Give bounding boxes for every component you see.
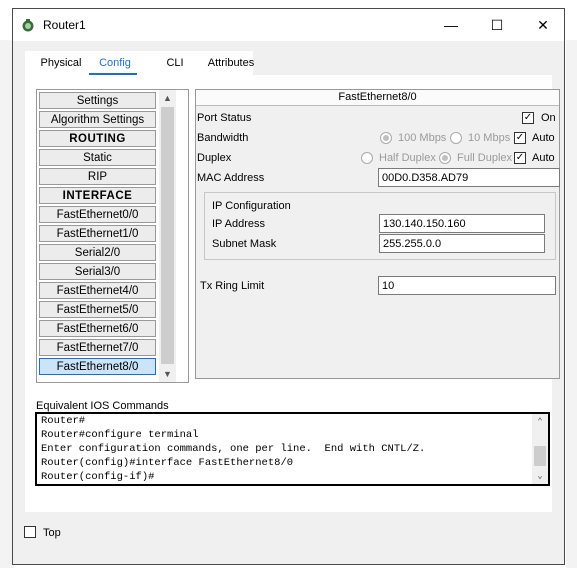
background-workspace-right: [566, 40, 577, 568]
console-line: Enter configuration commands, one per li…: [41, 443, 426, 455]
sidebar-item-settings[interactable]: Settings: [39, 92, 156, 109]
sidebar-item-fastethernet4-0[interactable]: FastEthernet4/0: [39, 282, 156, 299]
bandwidth-10-radio[interactable]: [450, 132, 462, 144]
minimize-icon: —: [444, 17, 458, 33]
console-line: Router#: [41, 415, 86, 427]
sidebar-item-serial2-0[interactable]: Serial2/0: [39, 244, 156, 261]
bandwidth-100-label: 100 Mbps: [398, 132, 447, 144]
title-bar[interactable]: Router1 — ☐ ✕: [13, 9, 564, 41]
maximize-button[interactable]: ☐: [474, 9, 520, 41]
sidebar-item-fastethernet5-0[interactable]: FastEthernet5/0: [39, 301, 156, 318]
console-line: Router(config)#interface FastEthernet8/0: [41, 457, 294, 469]
sidebar-item-fastethernet8-0[interactable]: FastEthernet8/0: [39, 358, 156, 375]
ip-address-field[interactable]: 130.140.150.160: [379, 214, 545, 233]
sidebar-scrollbar[interactable]: ▲ ▼: [159, 90, 176, 382]
router-config-window: Router1 — ☐ ✕ Physical Config CLI Attrib…: [12, 8, 565, 565]
tx-ring-limit-label: Tx Ring Limit: [200, 280, 265, 292]
duplex-auto-label: Auto: [532, 152, 555, 164]
tx-ring-limit-field[interactable]: 10: [378, 276, 556, 295]
ios-commands-label: Equivalent IOS Commands: [36, 400, 169, 412]
console-scroll-up-icon[interactable]: ⌃: [532, 414, 548, 430]
port-status-label: Port Status: [197, 112, 252, 124]
router-app-icon: [22, 19, 34, 32]
duplex-full-radio[interactable]: [439, 152, 451, 164]
duplex-half-label: Half Duplex: [379, 152, 436, 164]
mac-address-field[interactable]: 00D0.D358.AD79: [378, 168, 560, 187]
sidebar-item-rip[interactable]: RIP: [39, 168, 156, 185]
bandwidth-10-label: 10 Mbps: [468, 132, 511, 144]
sidebar-header-interface: INTERFACE: [39, 187, 156, 204]
interface-panel: FastEthernet8/0 Port Status ✓ On Bandwid…: [195, 89, 560, 379]
console-line: Router#configure terminal: [41, 429, 199, 441]
maximize-icon: ☐: [490, 16, 504, 33]
ip-configuration-title: IP Configuration: [212, 200, 291, 212]
duplex-full-label: Full Duplex: [457, 152, 513, 164]
ip-address-label: IP Address: [212, 218, 265, 230]
scroll-up-icon[interactable]: ▲: [159, 90, 176, 106]
console-line: Router(config-if)#: [41, 471, 155, 483]
top-checkbox[interactable]: [24, 526, 36, 538]
tab-attributes[interactable]: Attributes: [199, 51, 263, 75]
sidebar-scroll-thumb[interactable]: [161, 107, 174, 364]
ios-commands-console[interactable]: Router# Router#configure terminal Enter …: [35, 412, 550, 486]
mac-address-label: MAC Address: [197, 172, 265, 184]
window-title: Router1: [43, 18, 86, 32]
sidebar-item-fastethernet1-0[interactable]: FastEthernet1/0: [39, 225, 156, 242]
subnet-mask-field[interactable]: 255.255.0.0: [379, 234, 545, 253]
subnet-mask-label: Subnet Mask: [212, 238, 277, 250]
console-scroll-down-icon[interactable]: ⌄: [532, 468, 548, 484]
config-sidebar: Settings Algorithm Settings ROUTING Stat…: [36, 89, 189, 383]
config-page: Settings Algorithm Settings ROUTING Stat…: [25, 75, 560, 512]
tab-physical[interactable]: Physical: [35, 51, 87, 75]
duplex-auto-checkbox[interactable]: ✓: [514, 152, 526, 164]
bandwidth-auto-label: Auto: [532, 132, 555, 144]
bandwidth-auto-checkbox[interactable]: ✓: [514, 132, 526, 144]
sidebar-item-fastethernet7-0[interactable]: FastEthernet7/0: [39, 339, 156, 356]
port-status-on-checkbox[interactable]: ✓: [522, 112, 534, 124]
ip-configuration-group: IP Configuration IP Address 130.140.150.…: [204, 192, 556, 260]
duplex-label: Duplex: [197, 152, 232, 164]
port-status-on-label: On: [541, 112, 556, 124]
sidebar-header-routing: ROUTING: [39, 130, 156, 147]
duplex-half-radio[interactable]: [361, 152, 373, 164]
bandwidth-100-radio[interactable]: [380, 132, 392, 144]
sidebar-item-serial3-0[interactable]: Serial3/0: [39, 263, 156, 280]
console-scrollbar[interactable]: ⌃ ⌄: [532, 414, 548, 484]
tab-cli[interactable]: CLI: [159, 51, 191, 75]
sidebar-item-fastethernet6-0[interactable]: FastEthernet6/0: [39, 320, 156, 337]
minimize-button[interactable]: —: [428, 9, 474, 41]
interface-title: FastEthernet8/0: [196, 90, 559, 106]
console-scroll-thumb[interactable]: [534, 446, 546, 466]
bandwidth-label: Bandwidth: [197, 132, 249, 144]
scroll-down-icon[interactable]: ▼: [159, 366, 176, 382]
top-checkbox-label: Top: [43, 527, 61, 539]
sidebar-item-static[interactable]: Static: [39, 149, 156, 166]
close-icon: ✕: [537, 16, 549, 33]
tab-config[interactable]: Config: [89, 51, 141, 75]
sidebar-item-algorithm-settings[interactable]: Algorithm Settings: [39, 111, 156, 128]
close-button[interactable]: ✕: [520, 9, 566, 41]
sidebar-item-fastethernet0-0[interactable]: FastEthernet0/0: [39, 206, 156, 223]
